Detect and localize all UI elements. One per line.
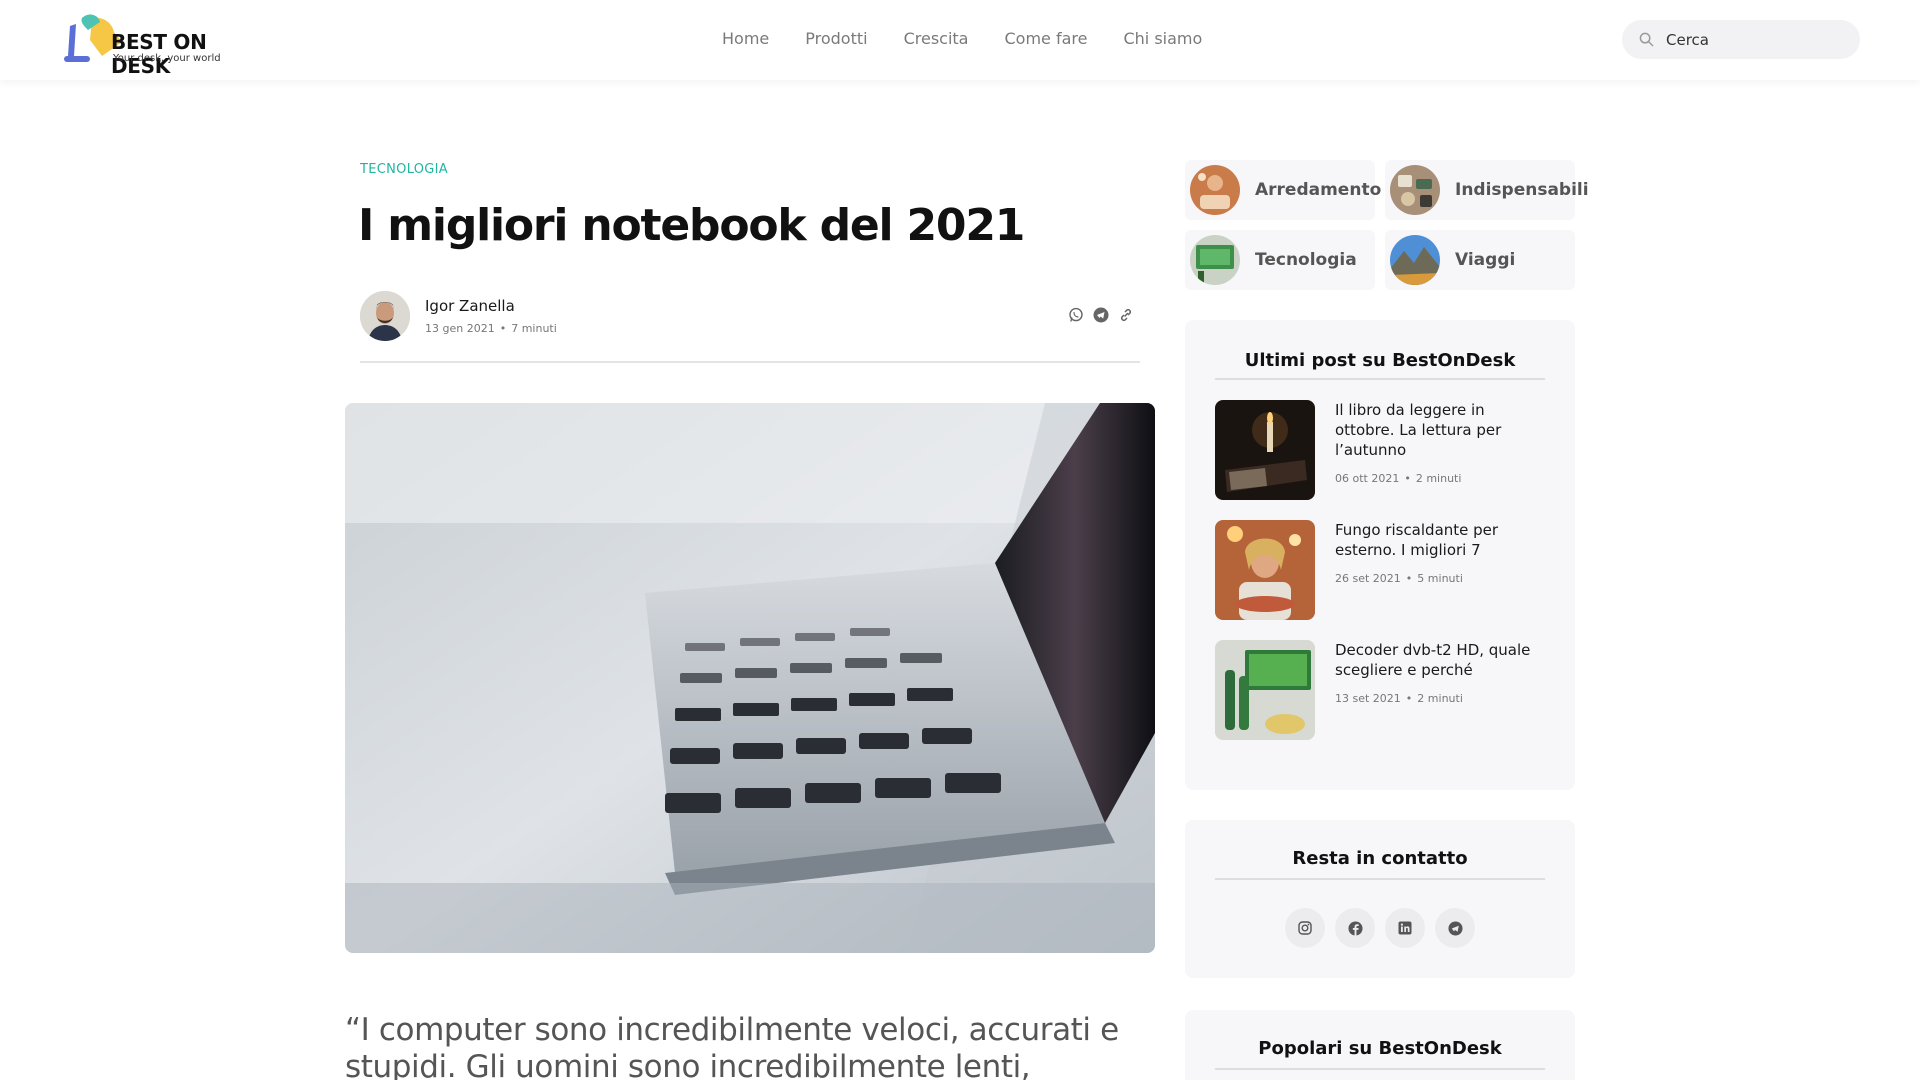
site-header: BEST ON DESK Your desk, your world Home … xyxy=(0,0,1920,80)
category-label: Indispensabili xyxy=(1455,180,1589,200)
contact-divider xyxy=(1215,878,1545,880)
latest-posts-title: Ultimi post su BestOnDesk xyxy=(1244,350,1516,371)
author-portrait xyxy=(360,291,410,341)
nav-come-fare[interactable]: Come fare xyxy=(1004,29,1087,48)
category-label: Viaggi xyxy=(1455,250,1516,270)
category-thumb-indispensabili xyxy=(1390,165,1440,215)
meta-separator: • xyxy=(499,322,507,335)
latest-posts-divider xyxy=(1215,378,1545,380)
logo-tagline: Your desk, your world xyxy=(113,53,221,64)
category-label: Tecnologia xyxy=(1255,250,1357,270)
contact-title: Resta in contatto xyxy=(1292,848,1468,869)
post-read-time: 5 minuti xyxy=(1417,572,1463,585)
site-logo[interactable]: BEST ON DESK Your desk, your world xyxy=(62,12,262,78)
post-thumb xyxy=(1215,520,1315,620)
category-indispensabili[interactable]: Indispensabili xyxy=(1385,160,1589,220)
post-meta: 26 set 2021 • 5 minuti xyxy=(1335,572,1463,585)
article-hero-image xyxy=(345,403,1155,953)
post-title: Decoder dvb-t2 HD, quale scegliere e per… xyxy=(1335,641,1531,679)
post-meta: 13 set 2021 • 2 minuti xyxy=(1335,692,1463,705)
post-item[interactable]: Il libro da leggere in ottobre. La lettu… xyxy=(1215,400,1545,500)
linkedin-icon[interactable] xyxy=(1385,908,1425,948)
author-avatar[interactable] xyxy=(360,291,410,341)
nav-chi-siamo[interactable]: Chi siamo xyxy=(1123,29,1202,48)
search-input[interactable] xyxy=(1666,20,1846,59)
post-title: Il libro da leggere in ottobre. La lettu… xyxy=(1335,401,1502,459)
post-date: 26 set 2021 xyxy=(1335,572,1401,585)
nav-prodotti[interactable]: Prodotti xyxy=(805,29,867,48)
whatsapp-icon[interactable] xyxy=(1067,306,1085,324)
post-date: 06 ott 2021 xyxy=(1335,472,1400,485)
facebook-icon[interactable] xyxy=(1335,908,1375,948)
article-category[interactable]: TECNOLOGIA xyxy=(360,162,448,177)
popular-divider xyxy=(1215,1068,1545,1070)
main-nav: Home Prodotti Crescita Come fare Chi sia… xyxy=(722,29,1202,48)
post-title: Fungo riscaldante per esterno. I miglior… xyxy=(1335,521,1499,559)
category-thumb-arredamento xyxy=(1190,165,1240,215)
article-title: I migliori notebook del 2021 xyxy=(358,200,1025,251)
nav-home[interactable]: Home xyxy=(722,29,769,48)
social-links xyxy=(1285,908,1475,948)
popular-title: Popolari su BestOnDesk xyxy=(1258,1038,1502,1059)
category-grid: Arredamento Indispensabili Tecnologia Vi… xyxy=(1185,160,1589,290)
search-icon xyxy=(1639,32,1654,47)
telegram-icon[interactable] xyxy=(1435,908,1475,948)
article-divider xyxy=(360,361,1140,363)
link-icon[interactable] xyxy=(1117,306,1135,324)
post-item[interactable]: Decoder dvb-t2 HD, quale scegliere e per… xyxy=(1215,640,1545,740)
nav-crescita[interactable]: Crescita xyxy=(904,29,969,48)
search-box[interactable] xyxy=(1622,20,1860,59)
category-label: Arredamento xyxy=(1255,180,1382,200)
post-thumb xyxy=(1215,640,1315,740)
share-buttons xyxy=(1067,306,1135,324)
category-thumb-viaggi xyxy=(1390,235,1440,285)
meta-separator: • xyxy=(1405,692,1413,705)
meta-separator: • xyxy=(1405,572,1413,585)
article-meta: 13 gen 2021 • 7 minuti xyxy=(425,322,557,335)
post-read-time: 2 minuti xyxy=(1417,692,1463,705)
post-thumb xyxy=(1215,400,1315,500)
telegram-icon[interactable] xyxy=(1092,306,1110,324)
latest-posts-card: Ultimi post su BestOnDesk Il libro da le… xyxy=(1185,320,1575,790)
post-date: 13 set 2021 xyxy=(1335,692,1401,705)
article-quote: “I computer sono incredibilmente veloci,… xyxy=(345,1012,1119,1080)
article-date: 13 gen 2021 xyxy=(425,322,495,335)
category-arredamento[interactable]: Arredamento xyxy=(1185,160,1381,220)
popular-card: Popolari su BestOnDesk xyxy=(1185,1010,1575,1080)
author-name[interactable]: Igor Zanella xyxy=(425,297,515,315)
instagram-icon[interactable] xyxy=(1285,908,1325,948)
post-read-time: 2 minuti xyxy=(1415,472,1462,485)
category-viaggi[interactable]: Viaggi xyxy=(1385,230,1575,290)
meta-separator: • xyxy=(1404,472,1411,485)
post-meta: 06 ott 2021 • 2 minuti xyxy=(1335,472,1461,485)
category-tecnologia[interactable]: Tecnologia xyxy=(1185,230,1375,290)
article-read-time: 7 minuti xyxy=(511,322,557,335)
post-item[interactable]: Fungo riscaldante per esterno. I miglior… xyxy=(1215,520,1545,620)
category-thumb-tecnologia xyxy=(1190,235,1240,285)
contact-card: Resta in contatto xyxy=(1185,820,1575,978)
